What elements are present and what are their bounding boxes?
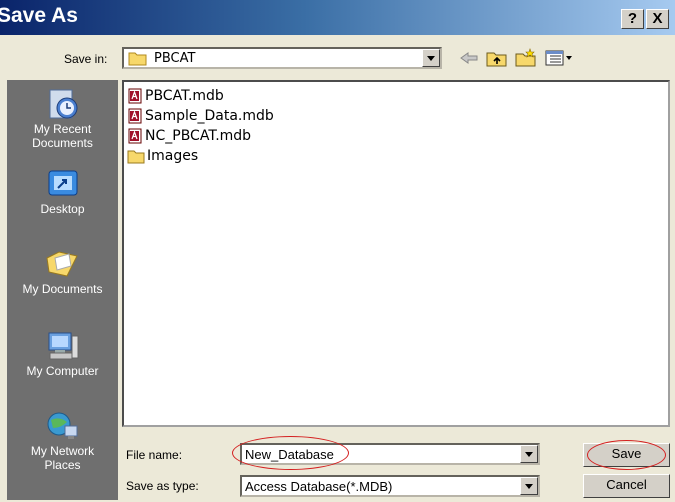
my-documents-icon — [45, 251, 78, 277]
folder-icon — [128, 50, 148, 69]
save-in-dropdown-button[interactable] — [422, 49, 440, 67]
list-item[interactable]: NC_PBCAT.mdb — [127, 126, 251, 146]
views-menu-icon[interactable] — [545, 50, 575, 69]
file-list[interactable]: PBCAT.mdb Sample_Data.mdb NC_PBCAT.mdb I… — [122, 80, 670, 427]
file-name-dropdown-button[interactable] — [520, 445, 538, 463]
highlight-oval — [232, 436, 349, 470]
file-name: Images — [147, 148, 199, 164]
folder-icon — [127, 150, 145, 164]
my-computer-icon — [48, 332, 78, 360]
window-title: Save As — [0, 4, 78, 27]
place-label-line1: My Recent — [33, 122, 92, 136]
list-item[interactable]: PBCAT.mdb — [127, 86, 224, 106]
place-desktop[interactable]: Desktop — [7, 168, 118, 216]
new-folder-icon[interactable] — [515, 48, 537, 70]
place-my-recent-documents[interactable]: My Recent Documents — [7, 88, 118, 150]
save-as-type-label: Save as type: — [126, 479, 199, 493]
save-as-type-value: Access Database(*.MDB) — [245, 479, 393, 494]
save-in-value: PBCAT — [154, 51, 196, 66]
save-in-label: Save in: — [64, 52, 108, 66]
desktop-icon — [48, 170, 77, 196]
place-label-line2: Documents — [32, 136, 93, 150]
save-as-type-dropdown-button[interactable] — [520, 477, 538, 495]
recent-documents-icon — [49, 89, 77, 119]
file-name: Sample_Data.mdb — [145, 108, 274, 124]
place-my-documents[interactable]: My Documents — [7, 248, 118, 296]
file-name-label: File name: — [126, 448, 183, 462]
close-button[interactable]: X — [646, 9, 669, 29]
back-arrow-icon[interactable] — [459, 50, 479, 69]
highlight-oval — [587, 440, 666, 470]
network-places-icon — [47, 412, 77, 439]
places-bar: My Recent Documents Desktop My Documents… — [7, 80, 118, 500]
place-label-line2: Places — [44, 458, 81, 472]
place-label: Desktop — [40, 202, 85, 216]
access-db-icon — [128, 88, 142, 104]
cancel-button[interactable]: Cancel — [583, 474, 670, 498]
place-my-computer[interactable]: My Computer — [7, 330, 118, 378]
place-label-line1: My Network — [30, 444, 95, 458]
file-name: PBCAT.mdb — [145, 88, 224, 104]
list-item[interactable]: Images — [127, 146, 198, 166]
place-my-network-places[interactable]: My Network Places — [7, 410, 118, 472]
save-in-dropdown[interactable]: PBCAT — [122, 47, 442, 69]
file-name: NC_PBCAT.mdb — [145, 128, 252, 144]
save-as-type-dropdown[interactable]: Access Database(*.MDB) — [240, 475, 540, 497]
access-db-icon — [128, 108, 142, 124]
access-db-icon — [128, 128, 142, 144]
place-label: My Computer — [26, 364, 99, 378]
place-label: My Documents — [22, 282, 103, 296]
up-folder-icon[interactable] — [486, 49, 508, 70]
list-item[interactable]: Sample_Data.mdb — [127, 106, 274, 126]
help-button[interactable]: ? — [621, 9, 644, 29]
title-bar[interactable]: Save As ? X — [0, 0, 675, 35]
